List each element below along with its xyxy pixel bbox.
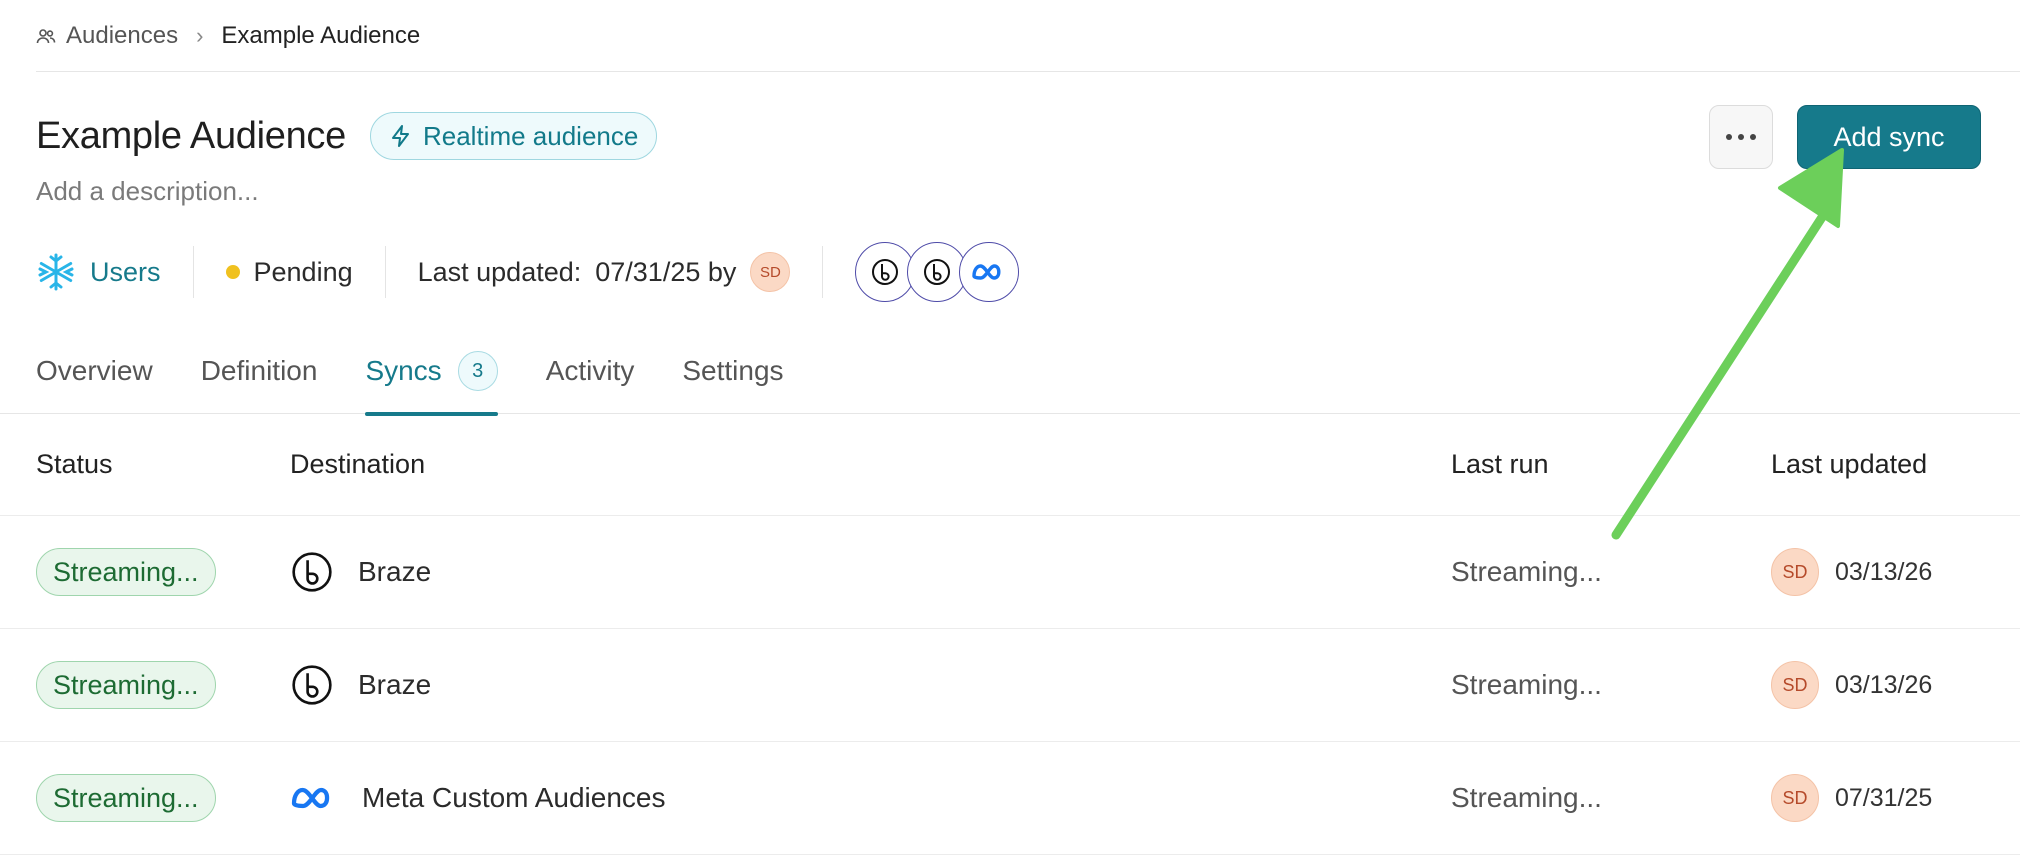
updated-date: 03/13/26: [1835, 670, 1933, 699]
breadcrumb: Audiences › Example Audience: [36, 0, 2020, 72]
syncs-count-badge: 3: [457, 351, 498, 391]
last-updated-cell: SD 03/13/26: [1771, 661, 2020, 709]
tab-label: Syncs: [365, 355, 442, 386]
last-updated-label: Last updated:: [417, 256, 582, 287]
lightning-icon: [391, 125, 409, 147]
tab-label: Definition: [200, 355, 318, 386]
title-row: Example Audience Realtime audience: [36, 112, 658, 160]
syncs-table: Status Destination Last run Last updated…: [0, 414, 2020, 855]
tab-label: Settings: [682, 355, 784, 386]
last-updated-item: Last updated: 07/31/25 by SD: [386, 246, 824, 298]
more-dot-icon: [1750, 134, 1756, 140]
destination-cell: Braze: [290, 663, 1451, 707]
destinations-item: [823, 242, 1051, 302]
breadcrumb-audiences-link[interactable]: Audiences: [36, 22, 178, 50]
breadcrumb-audiences-label: Audiences: [66, 21, 179, 49]
description-field[interactable]: Add a description...: [36, 176, 259, 207]
last-run-cell: Streaming...: [1451, 556, 1602, 587]
add-sync-button[interactable]: Add sync: [1797, 105, 1981, 169]
status-cell: Streaming...: [0, 661, 290, 709]
table-row[interactable]: Streaming... Braze Streaming... SD 03/13…: [0, 516, 2020, 629]
streaming-status-pill: Streaming...: [36, 548, 216, 596]
tab-label: Overview: [36, 355, 153, 386]
braze-icon[interactable]: [855, 242, 916, 302]
destination-cell: Meta Custom Audiences: [290, 782, 1451, 814]
more-dot-icon: [1738, 134, 1744, 140]
avatar: SD: [1771, 548, 1819, 596]
realtime-audience-label: Realtime audience: [422, 120, 639, 151]
meta-icon: [291, 787, 330, 809]
tab-activity[interactable]: Activity: [546, 342, 635, 414]
avatar: SD: [1771, 774, 1819, 822]
tab-overview[interactable]: Overview: [36, 342, 153, 414]
last-run-cell: Streaming...: [1451, 782, 1602, 813]
braze-icon[interactable]: [907, 242, 968, 302]
meta-row: Users Pending Last updated: 07/31/25 by …: [36, 242, 1051, 302]
table-header: Status Destination Last run Last updated: [0, 414, 2020, 516]
avatar: SD: [1771, 661, 1819, 709]
last-updated-cell: SD 03/13/26: [1771, 548, 2020, 596]
destination-name: Braze: [358, 669, 432, 700]
users-icon: [36, 28, 56, 43]
table-row[interactable]: Streaming... Meta Custom Audiences Strea…: [0, 742, 2020, 855]
breadcrumb-current: Example Audience: [221, 21, 421, 49]
meta-icon[interactable]: [959, 242, 1020, 302]
status-column-header[interactable]: Status: [0, 449, 290, 480]
status-label: Pending: [253, 256, 353, 287]
braze-icon: [292, 665, 332, 705]
destination-column-header[interactable]: Destination: [290, 449, 1451, 480]
status-cell: Streaming...: [0, 774, 290, 822]
destination-name: Meta Custom Audiences: [362, 782, 666, 813]
more-dot-icon: [1726, 134, 1732, 140]
tab-bar: Overview Definition Syncs 3 Activity Set…: [0, 342, 2020, 416]
braze-icon: [292, 552, 332, 592]
destination-name: Braze: [358, 556, 432, 587]
snowflake-icon: [38, 253, 74, 291]
tab-definition[interactable]: Definition: [201, 342, 318, 414]
more-options-button[interactable]: [1709, 105, 1773, 169]
streaming-status-pill: Streaming...: [36, 661, 216, 709]
source-link[interactable]: Users: [90, 257, 161, 288]
source-item: Users: [36, 246, 194, 298]
last-updated-column-header[interactable]: Last updated: [1771, 449, 2020, 480]
last-updated-cell: SD 07/31/25: [1771, 774, 2020, 822]
tab-label: Activity: [545, 355, 635, 386]
last-updated-value: 07/31/25 by: [595, 256, 737, 287]
destination-icons: [855, 242, 1020, 302]
chevron-right-icon: ›: [196, 22, 204, 48]
updated-date: 07/31/25: [1835, 783, 1933, 812]
pending-status-dot: [225, 265, 240, 279]
streaming-status-pill: Streaming...: [36, 774, 216, 822]
avatar: SD: [750, 252, 791, 292]
status-item: Pending: [194, 246, 386, 298]
destination-cell: Braze: [290, 550, 1451, 594]
table-row[interactable]: Streaming... Braze Streaming... SD 03/13…: [0, 629, 2020, 742]
updated-date: 03/13/26: [1835, 557, 1933, 586]
realtime-audience-badge: Realtime audience: [369, 112, 658, 160]
status-cell: Streaming...: [0, 548, 290, 596]
tab-settings[interactable]: Settings: [682, 342, 783, 414]
last-run-cell: Streaming...: [1451, 669, 1602, 700]
page-title: Example Audience: [36, 114, 346, 157]
last-run-column-header[interactable]: Last run: [1451, 449, 1771, 480]
tab-syncs[interactable]: Syncs 3: [365, 342, 498, 416]
